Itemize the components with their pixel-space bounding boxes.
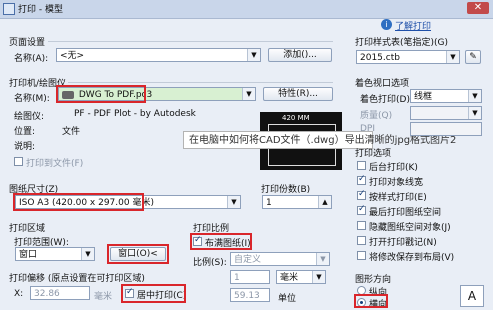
preview-width: 420 MM <box>282 114 310 122</box>
highlight-box <box>13 193 144 211</box>
page-setup-name-select[interactable]: <无> ▼ <box>56 48 261 62</box>
divider <box>68 82 333 83</box>
plotter-label: 绘图仪: <box>14 112 45 122</box>
edit-style-icon[interactable]: ✎ <box>465 50 481 64</box>
x-offset-unit: 毫米 <box>94 292 113 302</box>
plot-option-label: 打开打印戳记(N) <box>369 238 437 248</box>
plot-option-checkbox[interactable] <box>357 221 366 230</box>
quality-select[interactable]: ▼ <box>410 106 482 120</box>
plot-option-label: 后台打印(K) <box>369 163 418 173</box>
page-setup-section: 页面设置 <box>9 38 46 48</box>
plot-option-label: 将修改保存到布局(V) <box>369 253 455 263</box>
x-offset-label: X: <box>14 289 24 299</box>
x-offset-value: 32.86 <box>34 289 60 299</box>
plot-option-checkbox[interactable] <box>357 174 366 185</box>
chevron-down-icon: ▼ <box>247 49 260 61</box>
scale-unit-value: 1 <box>234 273 240 283</box>
plot-option-label: 按样式打印(E) <box>369 193 427 203</box>
info-icon: i <box>381 19 392 30</box>
scale-unit2-value: 59.13 <box>234 291 260 301</box>
copies-label: 打印份数(B) <box>261 185 311 195</box>
print-to-file-label: 打印到文件(F) <box>26 159 84 169</box>
window-title: 打印 - 模型 <box>18 5 63 15</box>
dpi-label: DPI <box>360 124 376 134</box>
shaded-viewport-section: 着色视口选项 <box>355 79 410 89</box>
plot-area-section: 打印区域 <box>9 224 46 234</box>
scale-value: 自定义 <box>234 255 262 265</box>
copies-input[interactable]: 1 ▲ <box>262 195 332 209</box>
plot-option-label: 隐藏图纸空间对象(J) <box>369 223 451 233</box>
chevron-down-icon: ▼ <box>316 253 329 265</box>
plot-option-label: 打印对象线宽 <box>369 178 424 188</box>
chevron-down-icon: ▼ <box>468 90 481 102</box>
app-icon <box>3 3 15 15</box>
plot-range-value: 窗口 <box>19 250 38 260</box>
chevron-down-icon: ▼ <box>227 196 240 208</box>
chevron-down-icon: ▼ <box>81 248 94 260</box>
plot-style-section: 打印样式表(笔指定)(G) <box>355 38 449 48</box>
highlight-box <box>56 85 146 103</box>
scale-unit-input[interactable]: 1 <box>230 270 270 284</box>
stepper-icon[interactable]: ▲ <box>318 196 331 208</box>
learn-print-link[interactable]: 了解打印 <box>395 19 431 32</box>
plot-option-checkbox[interactable] <box>357 161 366 170</box>
copies-value: 1 <box>266 198 272 208</box>
chevron-down-icon: ▼ <box>446 51 459 63</box>
scale-unit2-input[interactable]: 59.13 <box>230 288 270 302</box>
plot-option-label: 最后打印图纸空间 <box>369 208 442 218</box>
plot-options-section: 打印选项 <box>355 149 392 159</box>
title-bar <box>0 0 493 19</box>
plot-style-value: 2015.ctb <box>360 53 400 63</box>
x-offset-input[interactable]: 32.86 <box>30 286 90 300</box>
caption-tooltip: 在电脑中如何将CAD文件（.dwg）导出清晰的jpg格式图片2 <box>183 131 456 149</box>
add-page-setup-button[interactable]: 添加()... <box>268 48 332 62</box>
chevron-down-icon: ▼ <box>242 88 255 100</box>
quality-label: 质量(Q) <box>360 111 393 121</box>
printer-properties-button[interactable]: 特性(R)... <box>263 87 333 101</box>
highlight-box <box>121 284 186 303</box>
plot-option-checkbox[interactable] <box>357 251 366 260</box>
plot-style-select[interactable]: 2015.ctb ▼ <box>356 50 460 64</box>
plot-range-select[interactable]: 窗口 ▼ <box>15 247 95 261</box>
shade-plot-select[interactable]: 线框 ▼ <box>410 89 482 103</box>
scale-unit2-name: 单位 <box>278 294 297 304</box>
plot-offset-section: 打印偏移 (原点设置在可打印区域) <box>9 274 145 284</box>
page-setup-name-label: 名称(A): <box>14 54 49 64</box>
print-to-file-checkbox[interactable] <box>14 157 23 166</box>
scale-unit-name: 毫米 <box>280 273 299 283</box>
highlight-box <box>354 294 388 308</box>
plot-option-checkbox[interactable] <box>357 189 366 200</box>
highlight-box <box>107 244 169 264</box>
highlight-box <box>190 233 252 250</box>
scale-label: 比例(S): <box>193 258 227 268</box>
orientation-preview-icon: A <box>460 285 484 307</box>
dpi-input[interactable] <box>410 122 482 136</box>
divider <box>48 41 333 42</box>
scale-select[interactable]: 自定义 ▼ <box>230 252 330 266</box>
printer-name-label: 名称(M): <box>14 94 50 104</box>
close-icon[interactable]: ✕ <box>467 2 489 14</box>
page-setup-name-value: <无> <box>60 51 85 61</box>
orientation-section: 图形方向 <box>355 275 392 285</box>
chevron-down-icon: ▼ <box>468 107 481 119</box>
description-label: 说明: <box>14 142 36 152</box>
shade-plot-value: 线框 <box>414 92 433 102</box>
plot-option-checkbox[interactable] <box>357 204 366 215</box>
scale-unit-select[interactable]: 毫米 ▼ <box>276 270 326 284</box>
shade-plot-label: 着色打印(D) <box>360 95 410 105</box>
chevron-down-icon: ▼ <box>312 271 325 283</box>
location-value: 文件 <box>62 127 81 137</box>
location-label: 位置: <box>14 127 36 137</box>
plotter-value: PF - PDF Plot - by Autodesk <box>74 109 196 119</box>
plot-option-checkbox[interactable] <box>357 236 366 245</box>
